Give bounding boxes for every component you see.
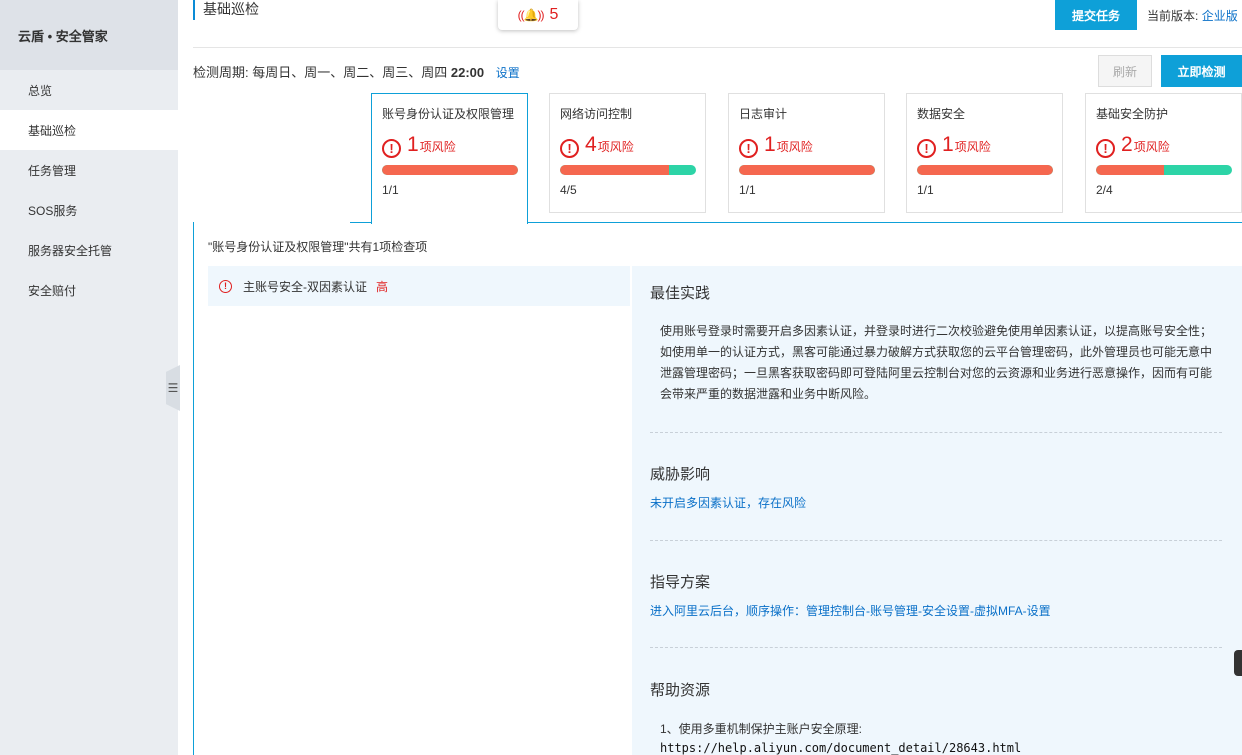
category-card[interactable]: 账号身份认证及权限管理! 1 项风险 1/1: [371, 93, 528, 224]
risk-progress-bar: [1096, 165, 1232, 175]
floating-tool-icon[interactable]: [1234, 650, 1242, 676]
risk-unit: 项风险: [1133, 140, 1170, 154]
threat-text: 未开启多因素认证，存在风险: [650, 496, 807, 510]
risk-progress-fill: [560, 165, 669, 175]
warning-icon: !: [219, 279, 232, 293]
card-title: 网络访问控制: [560, 107, 633, 121]
threat-title: 威胁影响: [650, 466, 711, 483]
guide-text: 进入阿里云后台，顺序操作：管理控制台-账号管理-安全设置-虚拟MFA-设置: [650, 604, 1051, 618]
main-content: 基础巡检 ((🔔)) 5 提交任务 当前版本: 企业版 检测周期: 每周日、周一…: [178, 0, 1242, 755]
category-card[interactable]: 网络访问控制! 4 项风险 4/5: [549, 93, 706, 213]
sidebar-item-overview[interactable]: 总览: [0, 70, 178, 110]
card-risk: ! 4 项风险: [560, 133, 695, 158]
schedule-days: 每周日、周一、周二、周三、周四: [252, 65, 448, 80]
sidebar-title: 云盾 • 安全管家: [0, 0, 178, 70]
bell-icon: ((🔔)): [517, 8, 545, 22]
card-ratio: 2/4: [1096, 183, 1113, 197]
help-title: 帮助资源: [650, 682, 711, 699]
warning-icon: !: [739, 139, 758, 158]
card-ratio: 1/1: [917, 183, 934, 197]
alert-count: 5: [549, 6, 559, 23]
threat-section: 威胁影响 未开启多因素认证，存在风险: [650, 433, 1222, 541]
check-item-label: 主账号安全-双因素认证: [243, 279, 367, 294]
card-ratio: 1/1: [739, 183, 756, 197]
risk-level: 高: [376, 279, 389, 294]
sidebar: 云盾 • 安全管家 总览 基础巡检 任务管理 SOS服务 服务器安全托管 安全赔…: [0, 0, 178, 755]
risk-count: 4: [585, 133, 597, 156]
warning-icon: !: [1096, 139, 1115, 158]
risk-count: 1: [407, 133, 419, 156]
version-label: 当前版本:: [1147, 9, 1199, 23]
risk-count: 1: [942, 133, 954, 156]
card-risk: ! 2 项风险: [1096, 133, 1231, 158]
help-item: 1、使用多重机制保护主账户安全原理: https://help.aliyun.c…: [650, 720, 1222, 755]
list-item[interactable]: ! 主账号安全-双因素认证 高: [208, 266, 630, 306]
category-card[interactable]: 基础安全防护! 2 项风险 2/4: [1085, 93, 1242, 213]
guide-title: 指导方案: [650, 574, 711, 591]
sidebar-item-basic-inspection[interactable]: 基础巡检: [0, 110, 178, 150]
best-practice-title: 最佳实践: [650, 285, 711, 302]
card-risk: ! 1 项风险: [382, 133, 517, 158]
help-item-text: 1、使用多重机制保护主账户安全原理:: [660, 722, 863, 736]
top-bar: 基础巡检 ((🔔)) 5 提交任务 当前版本: 企业版: [193, 0, 1242, 48]
check-now-button[interactable]: 立即检测: [1161, 55, 1242, 87]
card-title: 账号身份认证及权限管理: [382, 107, 515, 121]
risk-unit: 项风险: [776, 140, 813, 154]
card-title: 日志审计: [739, 107, 788, 121]
schedule-label: 检测周期:: [193, 65, 249, 80]
help-section: 帮助资源 1、使用多重机制保护主账户安全原理: https://help.ali…: [650, 648, 1222, 755]
risk-progress-fill: [1096, 165, 1164, 175]
risk-unit: 项风险: [419, 140, 456, 154]
guide-section: 指导方案 进入阿里云后台，顺序操作：管理控制台-账号管理-安全设置-虚拟MFA-…: [650, 541, 1222, 648]
risk-unit: 项风险: [954, 140, 991, 154]
detail-info-panel: 最佳实践 使用账号登录时需要开启多因素认证，并登录时进行二次校验避免使用单因素认…: [632, 266, 1242, 755]
card-ratio: 1/1: [382, 183, 399, 197]
card-title: 基础安全防护: [1096, 107, 1169, 121]
risk-progress-bar: [739, 165, 875, 175]
sidebar-item-task-management[interactable]: 任务管理: [0, 150, 178, 190]
check-item-list: ! 主账号安全-双因素认证 高: [208, 266, 630, 755]
risk-unit: 项风险: [597, 140, 634, 154]
card-risk: ! 1 项风险: [739, 133, 874, 158]
schedule-setup-link[interactable]: 设置: [496, 66, 520, 80]
risk-progress-fill: [739, 165, 875, 175]
risk-count: 1: [764, 133, 776, 156]
sidebar-item-sos-service[interactable]: SOS服务: [0, 190, 178, 230]
warning-icon: !: [917, 139, 936, 158]
card-title: 数据安全: [917, 107, 966, 121]
warning-icon: !: [560, 139, 579, 158]
risk-progress-bar: [382, 165, 518, 175]
card-risk: ! 1 项风险: [917, 133, 1052, 158]
sidebar-item-server-hosting[interactable]: 服务器安全托管: [0, 230, 178, 270]
submit-task-button[interactable]: 提交任务: [1055, 0, 1137, 30]
menu-icon: ☰: [167, 381, 179, 395]
best-practice-text: 使用账号登录时需要开启多因素认证，并登录时进行二次校验避免使用单因素认证，以提高…: [660, 324, 1213, 401]
detail-summary: "账号身份认证及权限管理"共有1项检查项: [208, 240, 428, 254]
version-info: 当前版本: 企业版: [1147, 7, 1238, 24]
best-practice-section: 最佳实践 使用账号登录时需要开启多因素认证，并登录时进行二次校验避免使用单因素认…: [650, 266, 1222, 433]
card-ratio: 4/5: [560, 183, 577, 197]
warning-icon: !: [382, 139, 401, 158]
risk-progress-bar: [560, 165, 696, 175]
risk-progress-fill: [917, 165, 1053, 175]
alert-badge[interactable]: ((🔔)) 5: [498, 0, 578, 30]
category-card[interactable]: 数据安全! 1 项风险 1/1: [906, 93, 1063, 213]
risk-progress-fill: [382, 165, 518, 175]
version-link[interactable]: 企业版: [1202, 9, 1238, 23]
schedule-info: 检测周期: 每周日、周一、周二、周三、周四 22:00 设置: [193, 62, 520, 81]
refresh-button[interactable]: 刷新: [1098, 55, 1152, 87]
risk-progress-bar: [917, 165, 1053, 175]
sidebar-item-security-compensation[interactable]: 安全赔付: [0, 270, 178, 310]
page-title: 基础巡检: [193, 0, 259, 20]
schedule-time: 22:00: [450, 65, 485, 80]
help-url-link[interactable]: https://help.aliyun.com/document_detail/…: [660, 739, 1222, 755]
risk-count: 2: [1121, 133, 1133, 156]
category-card[interactable]: 日志审计! 1 项风险 1/1: [728, 93, 885, 213]
